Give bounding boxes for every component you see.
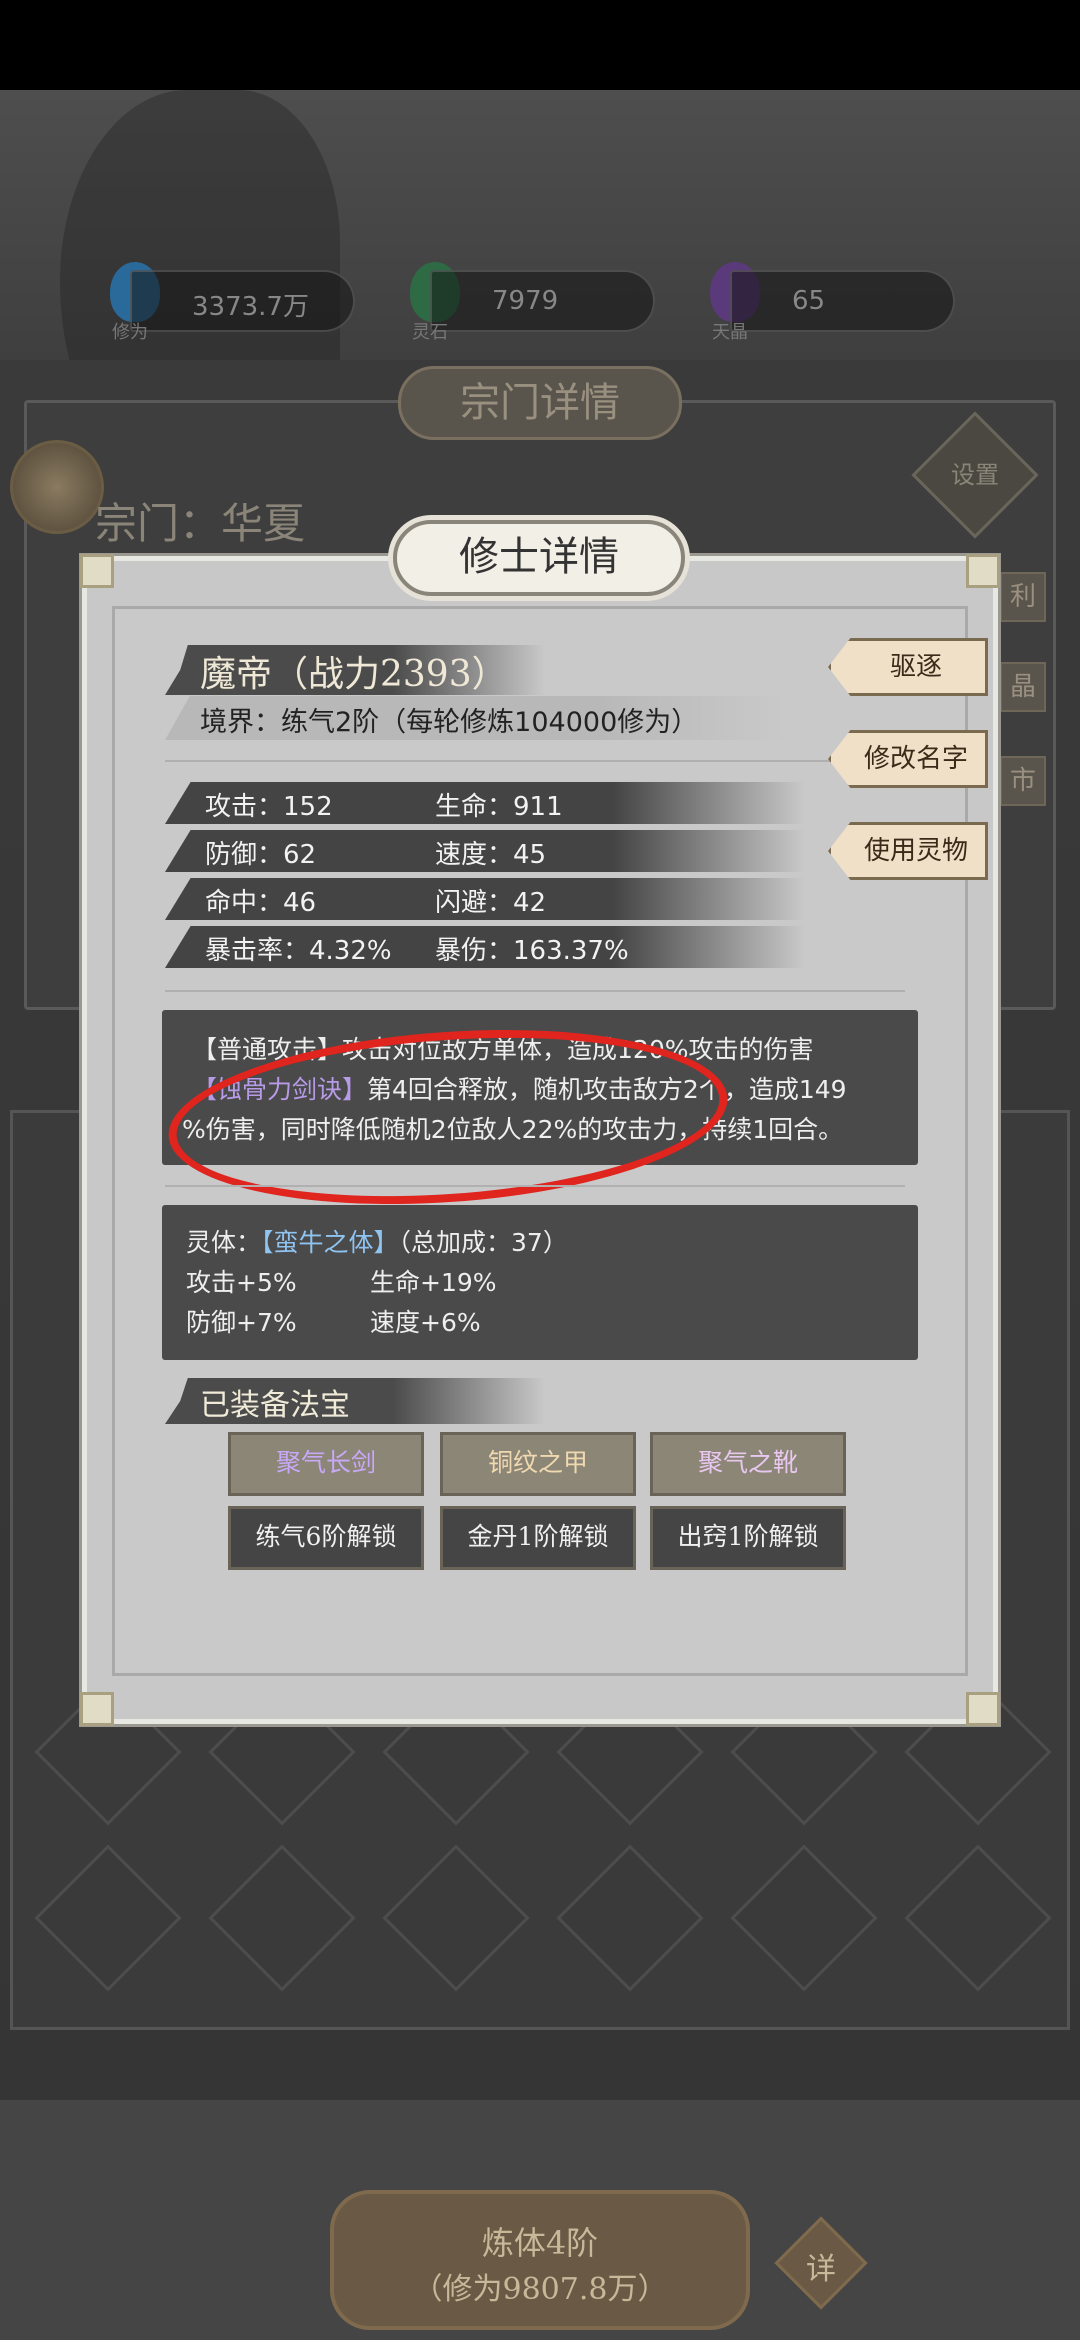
spirit-label: 灵体： — [186, 1228, 262, 1257]
locked-slot[interactable]: 出窍1阶解锁 — [650, 1506, 846, 1570]
resource-value: 3373.7万 — [192, 292, 309, 322]
use-item-button[interactable]: 使用灵物 — [828, 822, 988, 880]
equip-slot-boots[interactable]: 聚气之靴 — [650, 1432, 846, 1496]
cultivator-name: 魔帝（战力2393） — [200, 654, 508, 695]
spirit-line: 灵体：【蛮牛之体】（总加成：37） — [186, 1223, 568, 1259]
resource-label: 灵石 — [412, 322, 448, 343]
resource-label: 天晶 — [712, 322, 748, 343]
stat-attack: 攻击：152 — [205, 792, 333, 822]
resource-label: 修为 — [112, 322, 148, 343]
corner-ornament — [966, 554, 1000, 588]
corner-ornament — [80, 554, 114, 588]
spirit-total: （总加成：37） — [398, 1228, 568, 1257]
spirit-body-panel: 灵体：【蛮牛之体】（总加成：37） 攻击+5% 生命+19% 防御+7% 速度+… — [162, 1205, 918, 1360]
equip-slot-sword[interactable]: 聚气长剑 — [228, 1432, 424, 1496]
spirit-name: 【蛮牛之体】 — [261, 1228, 399, 1257]
side-tab[interactable]: 利 — [1000, 572, 1046, 622]
rename-button[interactable]: 修改名字 — [828, 730, 988, 788]
body-refine-cost: （修为9807.8万） — [412, 2272, 668, 2307]
body-refine-button[interactable]: 炼体4阶 （修为9807.8万） — [330, 2190, 750, 2330]
resource-value: 7979 — [492, 286, 559, 316]
bonus-attack: 攻击+5% — [186, 1268, 297, 1297]
resource-value: 65 — [792, 286, 826, 316]
equip-slot-armor[interactable]: 铜纹之甲 — [440, 1432, 636, 1496]
divider — [165, 760, 905, 762]
realm-text: 境界：练气2阶（每轮修炼104000修为） — [200, 707, 699, 738]
sect-name: 宗门：华夏 — [95, 499, 306, 548]
settings-label: 设置 — [951, 461, 999, 489]
corner-ornament — [966, 1692, 1000, 1726]
stat-crit-rate: 暴击率：4.32% — [205, 936, 392, 966]
side-tab[interactable]: 晶 — [1000, 662, 1046, 712]
equipment-title: 已装备法宝 — [200, 1388, 350, 1423]
locked-slot[interactable]: 练气6阶解锁 — [228, 1506, 424, 1570]
sect-title: 宗门详情 — [398, 366, 682, 440]
bonus-hp: 生命+19% — [370, 1268, 497, 1297]
locked-slot[interactable]: 金丹1阶解锁 — [440, 1506, 636, 1570]
expel-button[interactable]: 驱逐 — [828, 638, 988, 696]
status-bar — [0, 0, 1080, 90]
avatar[interactable] — [10, 440, 104, 534]
resource-spirit-stone: 7979 — [430, 270, 655, 332]
resource-cultivation: 3373.7万 — [130, 270, 355, 332]
bonus-defense: 防御+7% — [186, 1308, 297, 1337]
stat-hp: 生命：911 — [435, 792, 563, 822]
body-refine-level: 炼体4阶 — [481, 2224, 599, 2262]
stat-defense: 防御：62 — [205, 840, 317, 870]
detail-label: 详 — [806, 2252, 836, 2287]
corner-ornament — [80, 1692, 114, 1726]
bonus-speed: 速度+6% — [370, 1308, 481, 1337]
divider — [165, 1185, 905, 1187]
stat-speed: 速度：45 — [435, 840, 547, 870]
divider — [165, 990, 905, 992]
stat-dodge: 闪避：42 — [435, 888, 547, 918]
resource-crystal: 65 — [730, 270, 955, 332]
stat-crit-damage: 暴伤：163.37% — [435, 936, 629, 966]
modal-title: 修士详情 — [393, 520, 685, 596]
side-tab[interactable]: 市 — [1000, 756, 1046, 806]
stat-hit: 命中：46 — [205, 888, 317, 918]
